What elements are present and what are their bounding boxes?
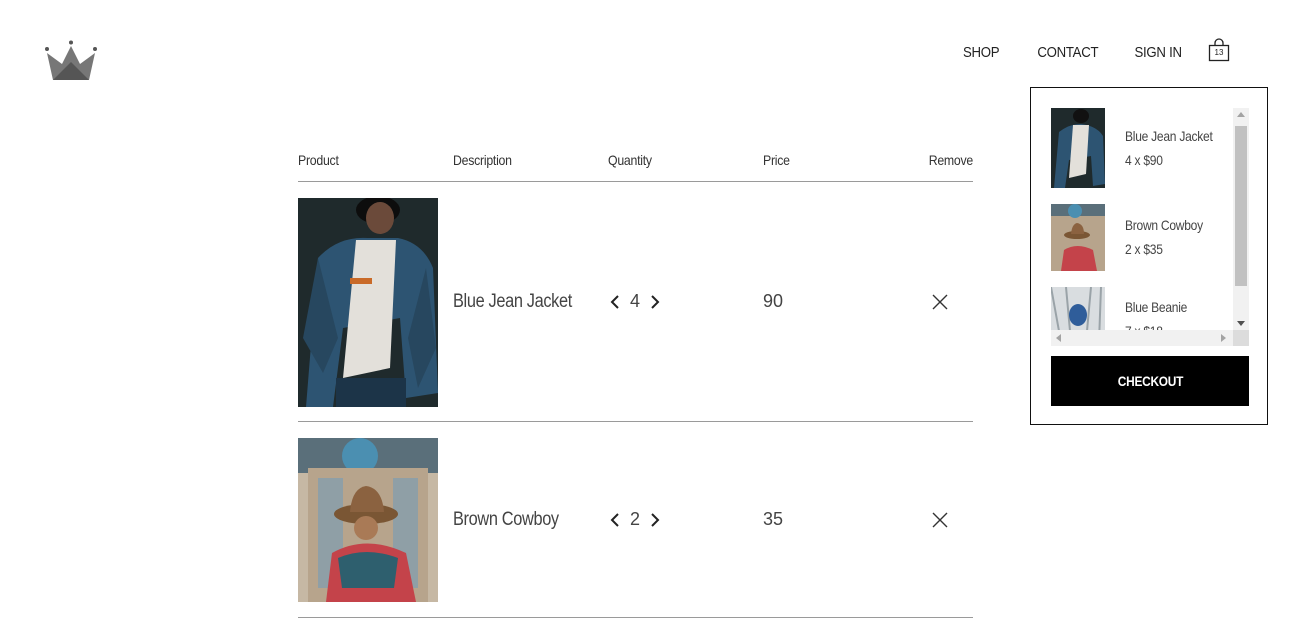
remove-cell [918, 511, 973, 529]
cart-items-list: Blue Jean Jacket 4 x $90 Brown Cowboy 2 … [1051, 108, 1233, 330]
cart-count: 13 [1214, 48, 1224, 57]
table-header: Product Description Quantity Price Remov… [298, 146, 973, 182]
remove-item-close-icon[interactable] [931, 293, 949, 311]
horizontal-scrollbar[interactable] [1051, 330, 1233, 346]
column-header-description: Description [453, 152, 512, 168]
increase-quantity-chevron-right-icon[interactable] [648, 511, 662, 529]
table-row: Brown Cowboy 2 35 [298, 422, 973, 618]
cart-item-text: Brown Cowboy 2 x $35 [1125, 213, 1203, 261]
nav-signin-link[interactable]: SIGN IN [1135, 44, 1183, 61]
scroll-right-arrow-icon[interactable] [1217, 330, 1231, 346]
product-description: Blue Jean Jacket [453, 290, 572, 312]
cart-item-text: Blue Jean Jacket 4 x $90 [1125, 124, 1213, 172]
checkout-button[interactable]: CHECKOUT [1051, 356, 1249, 406]
increase-quantity-chevron-right-icon[interactable] [648, 293, 662, 311]
list-item: Blue Beanie 7 x $18 [1051, 287, 1233, 330]
cart-item-name: Blue Beanie [1125, 299, 1188, 315]
jacket-thumbnail [1051, 108, 1105, 188]
jacket-photo [298, 197, 438, 407]
quantity-stepper: 2 [608, 509, 763, 530]
cart-dropdown: Blue Jean Jacket 4 x $90 Brown Cowboy 2 … [1030, 87, 1268, 425]
decrease-quantity-chevron-left-icon[interactable] [608, 511, 622, 529]
list-item: Blue Jean Jacket 4 x $90 [1051, 108, 1233, 188]
column-header-quantity: Quantity [608, 152, 652, 168]
scroll-up-arrow-icon[interactable] [1233, 108, 1249, 122]
shopping-bag-icon[interactable]: 13 [1208, 38, 1230, 62]
table-row: Blue Jean Jacket 4 90 [298, 182, 973, 422]
product-price: 35 [763, 509, 784, 529]
quantity-value: 4 [630, 291, 641, 311]
list-item: Brown Cowboy 2 x $35 [1051, 204, 1233, 271]
decrease-quantity-chevron-left-icon[interactable] [608, 293, 622, 311]
nav-contact-link[interactable]: CONTACT [1037, 44, 1098, 61]
cart-item-name: Blue Jean Jacket [1125, 128, 1213, 144]
product-price: 90 [763, 291, 784, 311]
cart-item-line: 2 x $35 [1125, 241, 1163, 257]
cart-item-line: 4 x $90 [1125, 152, 1163, 168]
cowboy-hat-photo [298, 438, 438, 602]
product-image-cell [298, 197, 453, 407]
product-image-cell [298, 437, 453, 602]
cowboy-hat-thumbnail [1051, 204, 1105, 271]
cart-item-line: 7 x $18 [1125, 319, 1187, 330]
checkout-button-label: CHECKOUT [1117, 373, 1183, 389]
checkout-table: Product Description Quantity Price Remov… [298, 146, 973, 618]
cart-item-text: Blue Beanie 7 x $18 [1125, 295, 1187, 330]
quantity-stepper: 4 [608, 291, 763, 312]
cart-items-scroll-area[interactable]: Blue Jean Jacket 4 x $90 Brown Cowboy 2 … [1051, 108, 1249, 348]
remove-item-close-icon[interactable] [931, 511, 949, 529]
scroll-left-arrow-icon[interactable] [1051, 330, 1065, 346]
quantity-value: 2 [630, 509, 641, 529]
scrollbar-corner [1233, 330, 1249, 346]
remove-cell [918, 293, 973, 311]
product-description: Brown Cowboy [453, 508, 559, 530]
column-header-price: Price [763, 152, 790, 168]
vertical-scrollbar[interactable] [1233, 108, 1249, 330]
column-header-product: Product [298, 152, 339, 168]
beanie-thumbnail [1051, 287, 1105, 330]
nav-shop-link[interactable]: SHOP [963, 44, 1000, 61]
cart-item-name: Brown Cowboy [1125, 217, 1203, 233]
scrollbar-thumb[interactable] [1235, 126, 1247, 286]
top-nav: SHOP CONTACT SIGN IN 13 [928, 38, 1230, 62]
column-header-remove: Remove [928, 152, 974, 168]
crown-logo-icon[interactable] [44, 40, 98, 84]
scroll-down-arrow-icon[interactable] [1233, 316, 1249, 330]
